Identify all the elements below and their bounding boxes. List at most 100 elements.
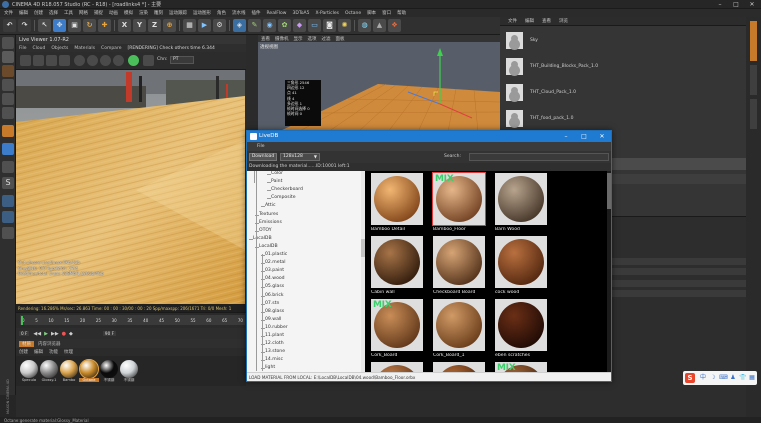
x-axis-button[interactable]: X: [118, 19, 131, 32]
polygons-mode-icon[interactable]: [2, 107, 14, 119]
tree-item[interactable]: 04.wood: [265, 276, 285, 281]
menu-item-3dtoa[interactable]: 3DToA5: [292, 11, 309, 16]
tree-item[interactable]: 03.paint: [265, 268, 284, 273]
lv-send-icon[interactable]: [33, 55, 44, 66]
ime-chinese-icon[interactable]: 中: [699, 374, 707, 382]
lv-menu-materials[interactable]: Materials: [74, 46, 95, 51]
menu-item-create[interactable]: 创建: [34, 10, 43, 16]
lv-render-icon[interactable]: [100, 55, 111, 66]
menu-item-render[interactable]: 渲染: [139, 10, 148, 16]
lv-menu-objects[interactable]: Objects: [51, 46, 68, 51]
menu-item-animate[interactable]: 动画: [109, 10, 118, 16]
tree-item[interactable]: 13.stone: [265, 349, 285, 354]
menu-item-edit[interactable]: 编辑: [19, 10, 28, 16]
ime-moon-icon[interactable]: ☽: [709, 374, 717, 382]
workplane-icon[interactable]: [2, 161, 14, 173]
live-select-icon[interactable]: ↖: [38, 19, 51, 32]
material-tile[interactable]: Checkboard Board: [431, 236, 487, 300]
side-tab-objects[interactable]: [750, 21, 757, 61]
livedb-close-button[interactable]: ✕: [593, 131, 611, 142]
material-tile[interactable]: Cork_Board_1: [431, 299, 487, 363]
record-icon[interactable]: ●: [62, 331, 66, 337]
tree-item[interactable]: Attic: [265, 203, 275, 208]
tree-item[interactable]: light: [265, 365, 275, 370]
points-mode-icon[interactable]: [2, 79, 14, 91]
tree-item[interactable]: 09.wall: [265, 317, 281, 322]
livedb-maximize-button[interactable]: □: [575, 131, 593, 142]
lv-pause-icon[interactable]: [46, 55, 57, 66]
sogou-s-icon[interactable]: S: [685, 373, 695, 383]
menu-item-x-particles[interactable]: X-Particles: [316, 11, 339, 16]
side-tab-structure[interactable]: [750, 99, 757, 129]
subdivision-icon[interactable]: ◉: [263, 19, 276, 32]
lv-sphere-icon[interactable]: [74, 55, 85, 66]
ime-user-icon[interactable]: ♟: [729, 374, 737, 382]
material-swatch[interactable]: [40, 360, 58, 378]
menu-item-script[interactable]: 脚本: [367, 10, 376, 16]
menu-item-sculpt[interactable]: 雕刻: [154, 10, 163, 16]
model-mode-icon[interactable]: [2, 51, 14, 63]
tree-item[interactable]: 02.metal: [265, 260, 286, 265]
axis-mode-icon[interactable]: [2, 125, 14, 137]
search-input[interactable]: [469, 153, 609, 161]
menu-item-octane[interactable]: Octane: [345, 11, 361, 16]
plugin-icon[interactable]: ▲: [373, 19, 386, 32]
tree-item[interactable]: 12.cloth: [265, 341, 284, 346]
tree-item[interactable]: OTOY: [259, 228, 272, 233]
grid-scrollbar-thumb[interactable]: [607, 173, 611, 209]
maximize-button[interactable]: □: [728, 0, 744, 9]
size-dropdown[interactable]: 128x128 ▼: [280, 153, 320, 161]
lv-menu-file[interactable]: File: [19, 46, 27, 51]
play-icon[interactable]: ▶: [44, 331, 48, 337]
tree-item[interactable]: Color: [271, 171, 283, 176]
download-button[interactable]: Download: [249, 153, 277, 161]
menu-item-file[interactable]: 文件: [4, 10, 13, 16]
deformer-icon[interactable]: ◆: [293, 19, 306, 32]
livedb-menu-file[interactable]: File: [257, 144, 265, 149]
tree-item[interactable]: 01.plastic: [265, 252, 287, 257]
vp-menu-camera[interactable]: 摄像机: [275, 36, 289, 42]
s-tool-icon[interactable]: S: [2, 177, 14, 189]
menu-item-realflow[interactable]: RealFlow: [267, 11, 287, 16]
render-settings-icon[interactable]: ⚙: [213, 19, 226, 32]
y-axis-button[interactable]: Y: [133, 19, 146, 32]
ime-skin-icon[interactable]: 👕: [739, 374, 747, 382]
play-back-icon[interactable]: ◀◀: [33, 331, 41, 337]
lv-pick-icon[interactable]: [128, 55, 139, 66]
tree-item[interactable]: Paint: [271, 179, 282, 184]
make-editable-icon[interactable]: [2, 37, 14, 49]
coordinate-system-icon[interactable]: ⊕: [163, 19, 176, 32]
floor-icon[interactable]: ▭: [308, 19, 321, 32]
render-view-icon[interactable]: ▶: [198, 19, 211, 32]
lv-clay-icon[interactable]: [87, 55, 98, 66]
material-swatch[interactable]: [79, 359, 99, 379]
mat-menu-edit[interactable]: 编辑: [34, 349, 43, 355]
camera-icon[interactable]: ◙: [323, 19, 336, 32]
octane-icon[interactable]: ◍: [358, 19, 371, 32]
material-tile[interactable]: MIX: [493, 362, 549, 372]
tree-item[interactable]: 10.rubber: [265, 325, 288, 330]
tree-item[interactable]: Emissions: [259, 220, 282, 225]
vp-menu-panel[interactable]: 面板: [336, 36, 345, 42]
material-swatch[interactable]: [100, 360, 118, 378]
tree-item[interactable]: LocalDB: [259, 244, 278, 249]
list-row[interactable]: [612, 174, 746, 184]
selected-row-highlight[interactable]: [612, 158, 746, 170]
texture-mode-icon[interactable]: [2, 65, 14, 77]
material-tile[interactable]: cock wood: [493, 236, 549, 300]
lv-channel-dropdown[interactable]: PT: [170, 56, 194, 64]
snap-icon[interactable]: [2, 143, 14, 155]
material-tile[interactable]: Cabin wall: [369, 236, 425, 300]
menu-item-select[interactable]: 选择: [49, 10, 58, 16]
material-tile[interactable]: [431, 362, 487, 372]
tree-item[interactable]: 06.brick: [265, 293, 284, 298]
tree-item[interactable]: Checkerboard: [271, 187, 303, 192]
scale-icon[interactable]: ▣: [68, 19, 81, 32]
list-item[interactable]: Sky: [506, 30, 742, 52]
layers-icon[interactable]: [2, 211, 14, 223]
edges-mode-icon[interactable]: [2, 93, 14, 105]
frame-end-field[interactable]: 90 F: [102, 331, 116, 336]
material-tile[interactable]: eben scratches: [493, 299, 549, 363]
tree-item[interactable]: 08.glass: [265, 309, 284, 314]
menu-item-motion-tracking[interactable]: 运动跟踪: [169, 10, 187, 16]
